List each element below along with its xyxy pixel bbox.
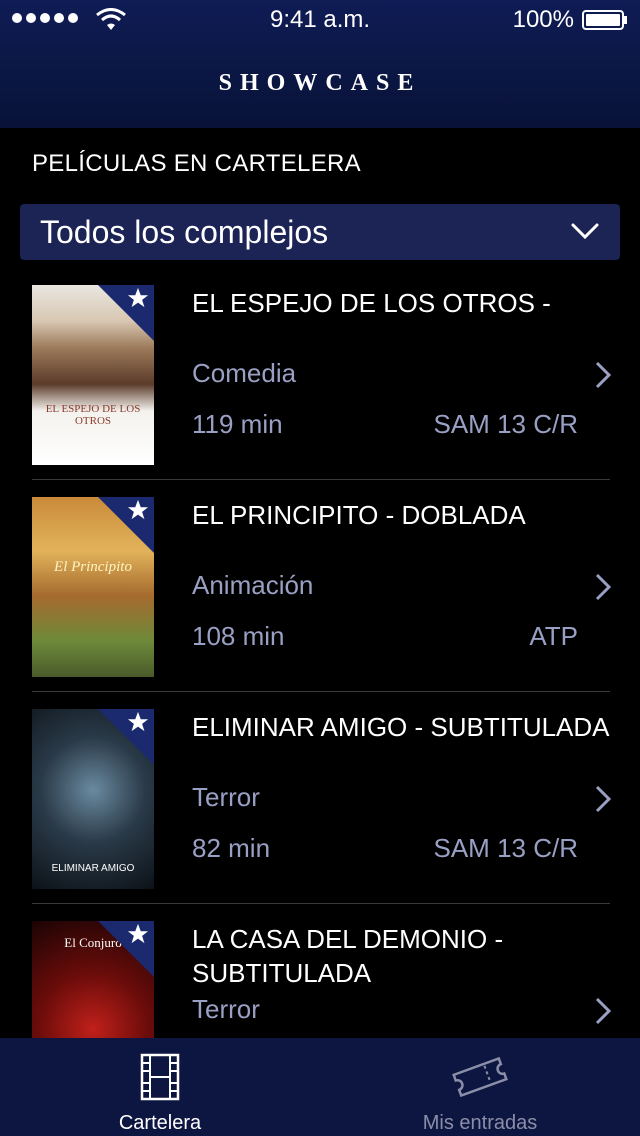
tab-label: Mis entradas <box>422 1112 538 1134</box>
complex-selector-value: Todos los complejos <box>40 214 329 250</box>
movie-genre: Comedia <box>192 358 297 388</box>
movie-genre: Animación <box>192 570 314 600</box>
movie-duration: 108 min <box>192 621 285 651</box>
movie-row[interactable]: El Conjuro LA CASA DEL DEMONIO - SUBTITU… <box>0 904 640 1038</box>
ticket-icon <box>452 1056 508 1098</box>
section-title: PELÍCULAS EN CARTELERA <box>32 150 361 177</box>
movie-duration: 82 min <box>192 833 271 863</box>
movie-row[interactable]: ELIMINAR AMIGO ELIMINAR AMIGO - SUBTITUL… <box>0 692 640 904</box>
tab-cartelera[interactable]: Cartelera <box>0 1038 320 1136</box>
movie-duration: 119 min <box>192 409 283 439</box>
star-icon[interactable] <box>127 287 149 309</box>
movie-genre: Terror <box>192 994 260 1024</box>
app-header: 9:41 a.m. 100% SHOWCASE <box>0 0 640 128</box>
status-bar: 9:41 a.m. 100% <box>0 0 640 40</box>
star-icon[interactable] <box>127 923 149 945</box>
tab-label: Cartelera <box>118 1112 202 1134</box>
movie-title: ELIMINAR AMIGO - SUBTITULADA <box>192 712 610 742</box>
movie-title: EL ESPEJO DE LOS OTROS - <box>192 288 551 318</box>
film-icon <box>140 1053 180 1101</box>
chevron-right-icon <box>595 361 612 389</box>
movie-poster: ELIMINAR AMIGO <box>32 709 154 889</box>
movie-rating: SAM 13 C/R <box>433 833 579 863</box>
movie-title: EL PRINCIPITO - DOBLADA <box>192 500 526 530</box>
chevron-down-icon <box>571 223 599 240</box>
movie-poster: El Principito <box>32 497 154 677</box>
tab-bar: Cartelera Mis entradas <box>0 1038 640 1136</box>
movie-list[interactable]: EL ESPEJO DE LOS OTROS EL ESPEJO DE LOS … <box>0 268 640 1038</box>
poster-title: ELIMINAR AMIGO <box>51 863 135 874</box>
movie-poster: EL ESPEJO DE LOS OTROS <box>32 285 154 465</box>
movie-row[interactable]: El Principito EL PRINCIPITO - DOBLADA An… <box>0 480 640 692</box>
movie-genre: Terror <box>192 782 260 812</box>
chevron-right-icon <box>595 573 612 601</box>
tab-mis-entradas[interactable]: Mis entradas <box>320 1038 640 1136</box>
movie-row[interactable]: EL ESPEJO DE LOS OTROS EL ESPEJO DE LOS … <box>0 268 640 480</box>
complex-selector[interactable]: Todos los complejos <box>20 204 620 260</box>
chevron-right-icon <box>595 785 612 813</box>
star-icon[interactable] <box>127 499 149 521</box>
movie-poster: El Conjuro <box>32 921 154 1038</box>
poster-title: EL ESPEJO DE LOS OTROS <box>45 403 141 427</box>
battery-percentage: 100% <box>512 6 574 33</box>
movie-title: LA CASA DEL DEMONIO - SUBTITULADA <box>192 924 504 988</box>
movie-rating: ATP <box>529 621 578 651</box>
battery-icon <box>582 10 627 30</box>
poster-title: El Principito <box>54 559 132 575</box>
chevron-right-icon <box>595 997 612 1025</box>
star-icon[interactable] <box>127 711 149 733</box>
brand-logo: SHOWCASE <box>218 70 422 96</box>
movie-rating: SAM 13 C/R <box>433 409 579 439</box>
